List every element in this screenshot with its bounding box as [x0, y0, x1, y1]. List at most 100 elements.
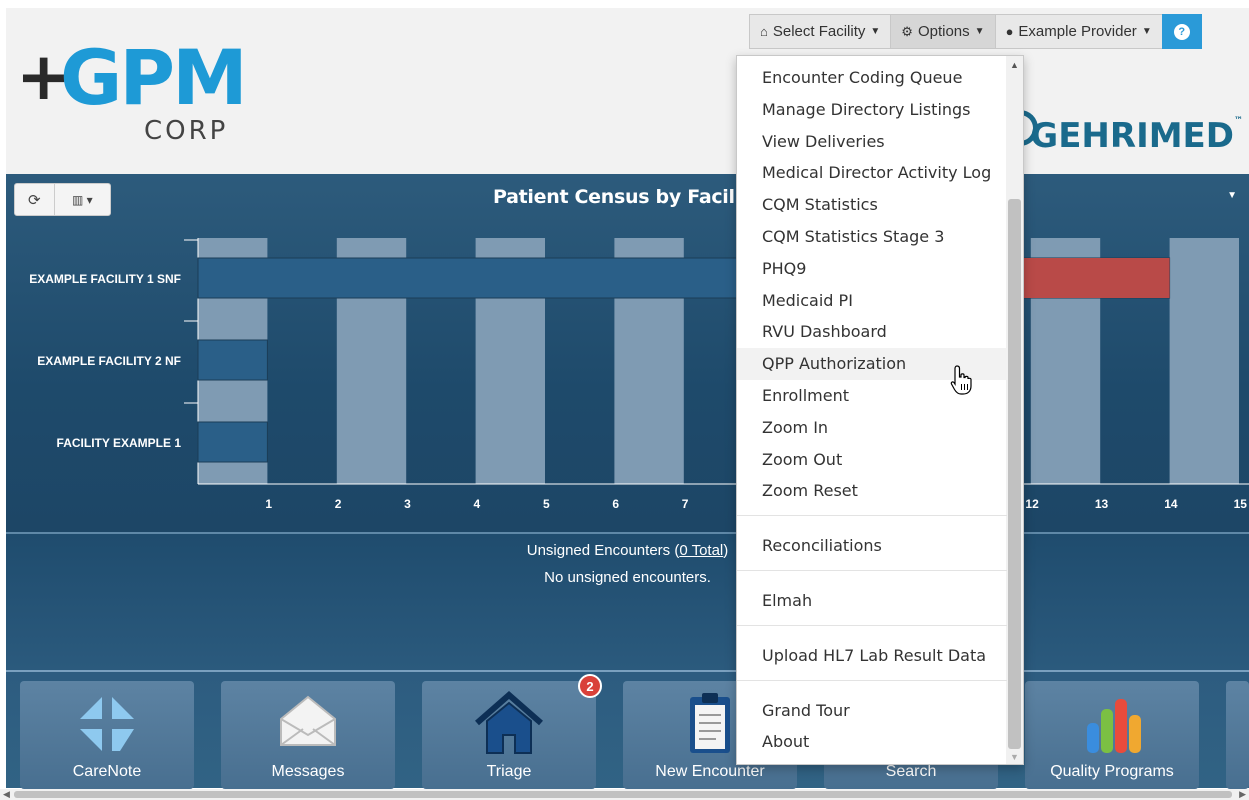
- horizontal-scroll-thumb[interactable]: [14, 791, 1232, 798]
- unsigned-heading: Unsigned Encounters (0 Total): [6, 542, 1249, 559]
- provider-label: Example Provider: [1018, 23, 1137, 40]
- refresh-icon: ⟳: [28, 191, 41, 209]
- x-tick-label: 4: [474, 497, 481, 511]
- options-menu-item[interactable]: Upload HL7 Lab Result Data: [737, 640, 1007, 672]
- app-window: + GPM CORP GEHRIMED™ ⌂ Select Facility ▼…: [0, 0, 1249, 800]
- options-menu-item[interactable]: CQM Statistics: [737, 189, 1007, 221]
- options-menu-item[interactable]: RVU Dashboard: [737, 316, 1007, 348]
- grid-band: [1169, 238, 1239, 484]
- envelope-icon: [280, 695, 336, 746]
- unsigned-prefix: Unsigned Encounters (: [526, 542, 680, 559]
- unsigned-suffix: ): [723, 542, 729, 559]
- caret-down-icon: ▼: [974, 26, 985, 37]
- hand-cursor-icon: [950, 365, 972, 395]
- tile-label: New Encounter: [655, 763, 765, 780]
- dropdown-divider: [737, 515, 1007, 517]
- x-tick-label: 14: [1164, 497, 1178, 511]
- chart-toolbar: ⟳ ▥ ▾: [14, 183, 111, 216]
- tile-triage[interactable]: Triage: [422, 681, 596, 789]
- tile-carenote[interactable]: CareNote: [20, 681, 194, 789]
- dropdown-scroll-thumb[interactable]: [1008, 199, 1021, 749]
- y-category-label: FACILITY EXAMPLE 1: [57, 436, 182, 450]
- x-tick-label: 3: [404, 497, 411, 511]
- census-chart-panel: EXAMPLE FACILITY 1 SNF EXAMPLE FACILITY 2…: [6, 174, 1249, 532]
- options-menu-item[interactable]: About: [737, 726, 1007, 758]
- unsigned-encounters-panel: Unsigned Encounters (0 Total) No unsigne…: [6, 532, 1249, 670]
- select-facility-button[interactable]: ⌂ Select Facility ▼: [749, 14, 892, 49]
- tile-label: Quality Programs: [1050, 763, 1174, 780]
- bar-3: [197, 421, 268, 463]
- options-menu-item[interactable]: Zoom Reset: [737, 475, 1007, 507]
- tile-messages[interactable]: Messages: [221, 681, 395, 789]
- chart-title: Patient Census by Facil: [493, 186, 735, 208]
- bar-chart-icon: [1087, 699, 1141, 753]
- options-button[interactable]: ⚙ Options ▼: [890, 14, 996, 49]
- provider-button[interactable]: ● Example Provider ▼: [994, 14, 1163, 49]
- gehrimed-tm: ™: [1234, 116, 1243, 126]
- options-menu-item[interactable]: Zoom In: [737, 412, 1007, 444]
- y-category-label: EXAMPLE FACILITY 2 NF: [37, 354, 181, 368]
- dropdown-divider: [737, 624, 1007, 626]
- options-menu-item[interactable]: Manage Directory Listings: [737, 94, 1007, 126]
- census-chart: EXAMPLE FACILITY 1 SNF EXAMPLE FACILITY 2…: [29, 238, 1249, 511]
- options-menu-item[interactable]: View Deliveries: [737, 126, 1007, 158]
- top-nav: ⌂ Select Facility ▼ ⚙ Options ▼ ● Exampl…: [749, 14, 1202, 49]
- dropdown-scrollbar[interactable]: ▲ ▼: [1006, 56, 1023, 764]
- select-facility-label: Select Facility: [772, 23, 866, 40]
- tile-label: Triage: [486, 763, 532, 780]
- options-menu-item[interactable]: Reconciliations: [737, 530, 1007, 562]
- gehrimed-text: GEHRIMED: [1030, 116, 1234, 156]
- user-icon: ●: [1005, 24, 1014, 39]
- logo-main: GPM: [60, 33, 248, 122]
- unsigned-empty-message: No unsigned encounters.: [544, 569, 711, 586]
- facility-filter-caret-icon[interactable]: ▼: [1227, 190, 1237, 201]
- options-menu-item[interactable]: Zoom Out: [737, 444, 1007, 476]
- options-menu-item[interactable]: Encounter Coding Queue: [737, 62, 1007, 94]
- clipboard-icon: [690, 693, 730, 753]
- scroll-left-icon[interactable]: ◀: [3, 789, 10, 800]
- options-menu-item[interactable]: Elmah: [737, 585, 1007, 617]
- bar-chart-icon: ▥ ▾: [71, 192, 93, 207]
- scroll-down-icon[interactable]: ▼: [1010, 752, 1019, 762]
- home-icon: ⌂: [760, 24, 768, 39]
- options-menu-item[interactable]: Medical Director Activity Log: [737, 157, 1007, 189]
- options-menu-item[interactable]: PHQ9: [737, 253, 1007, 285]
- tile-label: Search: [885, 763, 937, 780]
- options-dropdown-menu: ▲ ▼ Encounter Coding Queue Manage Directo…: [736, 55, 1024, 765]
- caret-down-icon: ▼: [870, 26, 881, 37]
- triage-count-badge: 2: [578, 674, 602, 698]
- logo-sub: CORP: [144, 116, 229, 146]
- carenote-icon: [80, 697, 134, 751]
- options-menu-item[interactable]: CQM Statistics Stage 3: [737, 221, 1007, 253]
- caret-down-icon: ▼: [1141, 26, 1152, 37]
- tile-quality-programs[interactable]: Quality Programs: [1025, 681, 1199, 789]
- x-tick-label: 12: [1025, 497, 1039, 511]
- scroll-up-icon[interactable]: ▲: [1010, 60, 1019, 70]
- house-icon: [475, 691, 543, 754]
- bar-2: [197, 339, 268, 381]
- gear-icon: ⚙: [901, 23, 913, 39]
- x-tick-label: 13: [1095, 497, 1109, 511]
- dropdown-divider: [737, 679, 1007, 681]
- scroll-right-icon[interactable]: ▶: [1239, 789, 1246, 800]
- x-tick-label: 15: [1234, 497, 1248, 511]
- tile-partial[interactable]: [1226, 681, 1249, 789]
- options-menu-item[interactable]: Grand Tour: [737, 695, 1007, 727]
- gehrimed-logo: GEHRIMED™: [1030, 116, 1243, 156]
- y-category-label: EXAMPLE FACILITY 1 SNF: [29, 272, 181, 286]
- chart-type-button[interactable]: ▥ ▾: [55, 184, 110, 215]
- x-tick-label: 5: [543, 497, 550, 511]
- x-tick-label: 6: [612, 497, 619, 511]
- x-tick-label: 7: [682, 497, 689, 511]
- help-button[interactable]: ?: [1161, 14, 1202, 49]
- options-label: Options: [917, 23, 970, 40]
- gpm-corp-logo[interactable]: + GPM CORP: [16, 33, 248, 148]
- unsigned-total-link[interactable]: 0 Total: [679, 542, 723, 559]
- x-tick-label: 1: [265, 497, 272, 511]
- horizontal-scrollbar[interactable]: ◀ ▶: [0, 789, 1249, 800]
- dropdown-divider: [737, 570, 1007, 571]
- options-menu-item[interactable]: Medicaid PI: [737, 285, 1007, 317]
- x-tick-label: 2: [335, 497, 342, 511]
- tile-label: Messages: [271, 763, 345, 780]
- refresh-button[interactable]: ⟳: [15, 184, 55, 215]
